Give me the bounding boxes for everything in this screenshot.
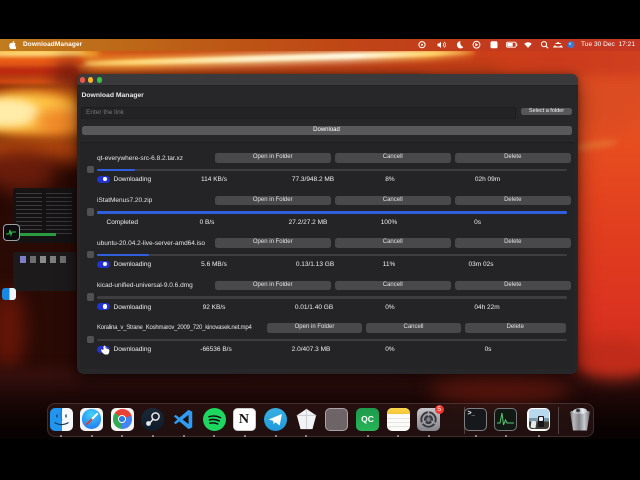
- svg-text:A: A: [492, 42, 497, 49]
